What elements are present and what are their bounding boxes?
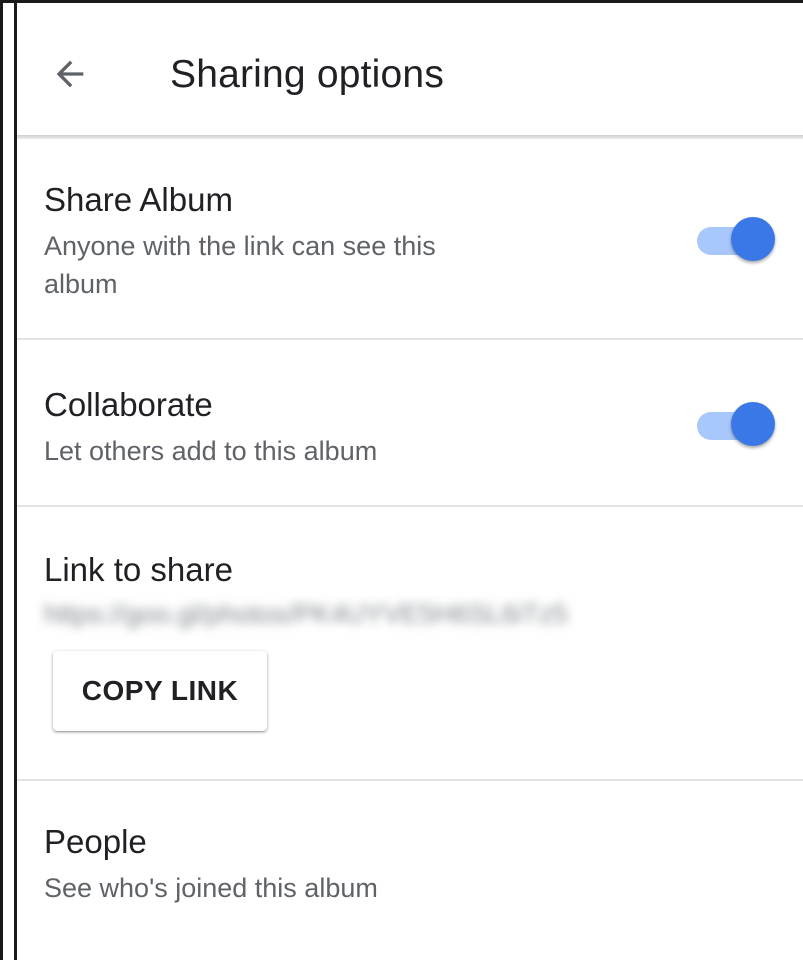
collaborate-toggle[interactable]	[697, 402, 777, 450]
share-album-subtitle-line2: album	[44, 269, 118, 299]
divider	[17, 505, 803, 507]
link-to-share-title: Link to share	[44, 551, 233, 588]
collaborate-row[interactable]: Collaborate Let others add to this album	[17, 340, 803, 506]
toggle-thumb	[731, 402, 775, 446]
people-row[interactable]: People See who's joined this album	[17, 781, 803, 960]
back-button[interactable]	[47, 51, 93, 97]
share-album-title: Share Album	[44, 181, 233, 218]
people-title: People	[44, 823, 147, 860]
share-album-toggle[interactable]	[697, 217, 777, 265]
copy-link-button[interactable]: COPY LINK	[53, 651, 267, 731]
arrow-left-icon	[56, 60, 84, 88]
share-link-url[interactable]: https://goo.gl/photos/PK4UYVE5H6SL6iTz5	[44, 599, 568, 630]
sharing-options-screen: Sharing options Share Album Anyone with …	[17, 3, 803, 960]
collaborate-subtitle: Let others add to this album	[44, 436, 378, 466]
page-title: Sharing options	[170, 53, 445, 96]
share-album-row[interactable]: Share Album Anyone with the link can see…	[17, 139, 803, 339]
app-bar: Sharing options	[17, 3, 803, 135]
share-album-subtitle-line1: Anyone with the link can see this	[44, 231, 436, 261]
collaborate-title: Collaborate	[44, 386, 213, 423]
people-subtitle: See who's joined this album	[44, 873, 378, 903]
toggle-thumb	[731, 217, 775, 261]
share-album-subtitle: Anyone with the link can see this album	[44, 227, 436, 303]
